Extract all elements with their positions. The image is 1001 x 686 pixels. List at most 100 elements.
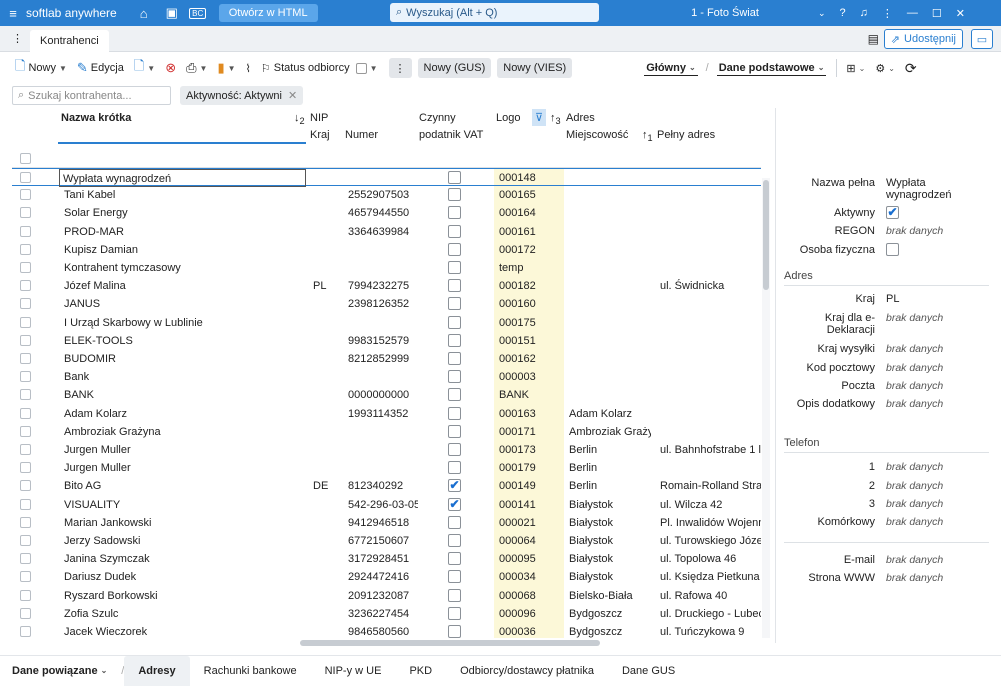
table-row[interactable]: BUDOMIR 8212852999 000162	[12, 350, 761, 368]
table-row[interactable]: I Urząd Skarbowy w Lublinie 000175	[12, 314, 761, 332]
table-row[interactable]: BANK 0000000000 BANK	[12, 386, 761, 404]
vat-checkbox[interactable]	[448, 388, 461, 402]
table-row[interactable]: Tani Kabel 2552907503 000165	[12, 186, 761, 204]
vat-checkbox[interactable]	[448, 224, 461, 238]
tab-rachunki-bankowe[interactable]: Rachunki bankowe	[190, 656, 311, 686]
table-row[interactable]: Ryszard Borkowski 2091232087 000068 Bielsko…	[12, 587, 761, 605]
table-row[interactable]: Adam Kolarz 1993114352 000163 Adam Kolarz	[12, 405, 761, 423]
maximize-icon[interactable]: ☐	[932, 7, 942, 20]
vat-checkbox[interactable]	[448, 461, 461, 475]
row-checkbox[interactable]	[20, 298, 31, 310]
row-checkbox[interactable]	[20, 407, 31, 419]
row-checkbox[interactable]	[20, 480, 31, 492]
vat-checkbox[interactable]	[448, 370, 461, 384]
home-icon[interactable]: ⌂	[129, 0, 159, 26]
chevron-down-icon[interactable]: ⌄	[818, 8, 826, 19]
status-button[interactable]: ⚐ Status odbiorcy ▼	[256, 57, 383, 79]
open-html-button[interactable]: Otwórz w HTML	[218, 4, 318, 22]
vat-checkbox[interactable]	[448, 534, 461, 547]
vat-checkbox[interactable]	[448, 261, 461, 274]
bell-icon[interactable]: ♫	[860, 7, 868, 19]
row-checkbox[interactable]	[20, 444, 31, 455]
status-checkbox[interactable]	[355, 62, 367, 74]
edit-button[interactable]: ✎ Edycja	[72, 57, 129, 79]
close-icon[interactable]: ✕	[288, 89, 297, 102]
vat-checkbox[interactable]	[448, 424, 461, 438]
bc-icon[interactable]: BC	[185, 0, 211, 26]
activity-filter-chip[interactable]: Aktywność: Aktywni ✕	[180, 86, 304, 105]
aktywny-checkbox[interactable]: ✔	[886, 206, 899, 219]
table-row[interactable]: Zofia Szulc 3236227454 000096 Bydgoszcz ul. …	[12, 605, 761, 623]
basic-data-dropdown[interactable]: Dane podstawowe ⌄	[716, 60, 827, 76]
attach-button[interactable]: ⌇	[241, 57, 256, 79]
vertical-scroll-thumb[interactable]	[763, 180, 769, 290]
col-name-sort[interactable]: ↓2	[294, 112, 305, 126]
vat-checkbox[interactable]	[448, 297, 461, 311]
table-row[interactable]: Dariusz Dudek 2924472416 000034 Białystok ul…	[12, 568, 761, 586]
vat-checkbox[interactable]	[448, 315, 461, 329]
chat-icon[interactable]: ▭	[971, 29, 993, 49]
vat-checkbox[interactable]: ✔	[448, 497, 461, 511]
table-row[interactable]: Ambroziak Grażyna 000171 Ambroziak Grażyn	[12, 423, 761, 441]
tab-odbiorcy-dostawcy-p-atnika[interactable]: Odbiorcy/dostawcy płatnika	[446, 656, 608, 686]
export-button[interactable]: ⊞ ⌄	[841, 57, 870, 79]
osoba-checkbox[interactable]	[886, 243, 899, 256]
col-name[interactable]: Nazwa krótka	[61, 112, 131, 124]
table-row[interactable]: Kupisz Damian 000172	[12, 241, 761, 259]
filter-icon[interactable]: ⊽	[532, 109, 547, 126]
row-checkbox[interactable]	[20, 571, 31, 583]
row-checkbox[interactable]	[20, 172, 31, 183]
vat-checkbox[interactable]	[448, 171, 461, 184]
layout-icon[interactable]: ▤	[868, 32, 879, 46]
col-czynny[interactable]: Czynny	[419, 112, 456, 124]
select-all-checkbox[interactable]	[20, 153, 31, 164]
row-checkbox[interactable]	[20, 553, 31, 565]
col-nip[interactable]: NIP	[310, 112, 328, 124]
row-checkbox[interactable]	[20, 243, 31, 255]
vat-checkbox[interactable]	[448, 588, 461, 602]
col-logo-sort[interactable]: ↑3	[550, 112, 561, 126]
col-kraj[interactable]: Kraj	[310, 129, 330, 141]
chart-button[interactable]: ▮ ▼	[212, 57, 240, 79]
contractor-search-input[interactable]: ⌕ Szukaj kontrahenta...	[12, 86, 171, 105]
col-adres[interactable]: Adres	[566, 112, 595, 124]
tab-pkd[interactable]: PKD	[395, 656, 446, 686]
col-numer[interactable]: Numer	[345, 129, 378, 141]
table-row[interactable]: Jerzy Sadowski 6772150607 000064 Białystok u…	[12, 532, 761, 550]
row-checkbox[interactable]	[20, 425, 31, 437]
tab-kontrahenci[interactable]: Kontrahenci	[30, 30, 109, 52]
vat-checkbox[interactable]	[448, 206, 461, 220]
vat-checkbox[interactable]	[448, 570, 461, 584]
row-checkbox[interactable]	[20, 334, 31, 346]
tab-dane-gus[interactable]: Dane GUS	[608, 656, 689, 686]
delete-button[interactable]: ⊗	[160, 57, 181, 79]
related-data-dropdown[interactable]: Dane powiązane ⌄	[0, 656, 121, 686]
table-row[interactable]: ELEK-TOOLS 9983152579 000151	[12, 332, 761, 350]
vat-checkbox[interactable]	[448, 552, 461, 566]
more-icon[interactable]: ⋮	[882, 7, 893, 20]
table-row[interactable]: Marian Jankowski 9412946518 000021 Białysto…	[12, 514, 761, 532]
row-checkbox[interactable]	[20, 516, 31, 528]
row-checkbox[interactable]	[20, 535, 31, 546]
vat-checkbox[interactable]	[448, 443, 461, 456]
refresh-button[interactable]: ⟳	[900, 57, 922, 79]
help-icon[interactable]: ?	[840, 7, 846, 19]
table-row[interactable]: PROD-MAR 3364639984 000161	[12, 223, 761, 241]
table-row[interactable]: Jurgen Muller 000179 Berlin	[12, 459, 761, 477]
row-checkbox[interactable]	[20, 316, 31, 328]
new-gus-button[interactable]: Nowy (GUS)	[417, 58, 492, 78]
row-checkbox[interactable]	[20, 280, 31, 292]
table-row[interactable]: Kontrahent tymczasowy temp	[12, 259, 761, 277]
col-czynny-2[interactable]: podatnik VAT	[419, 129, 483, 141]
row-checkbox[interactable]	[20, 498, 31, 510]
hamburger-menu-icon[interactable]: ≡	[4, 0, 22, 26]
table-row[interactable]: Jurgen Muller 000173 Berlin ul. Bahnhofstra…	[12, 441, 761, 459]
vat-checkbox[interactable]	[448, 333, 461, 347]
vat-checkbox[interactable]	[448, 406, 461, 420]
row-checkbox[interactable]	[20, 189, 31, 201]
vat-checkbox[interactable]	[448, 606, 461, 620]
global-search-input[interactable]: ⌕ Wyszukaj (Alt + Q)	[390, 3, 599, 22]
view-button[interactable]: 🗋 ▼	[129, 57, 160, 79]
grid-view-icon[interactable]: ▣	[159, 0, 185, 26]
row-checkbox[interactable]	[20, 607, 31, 619]
